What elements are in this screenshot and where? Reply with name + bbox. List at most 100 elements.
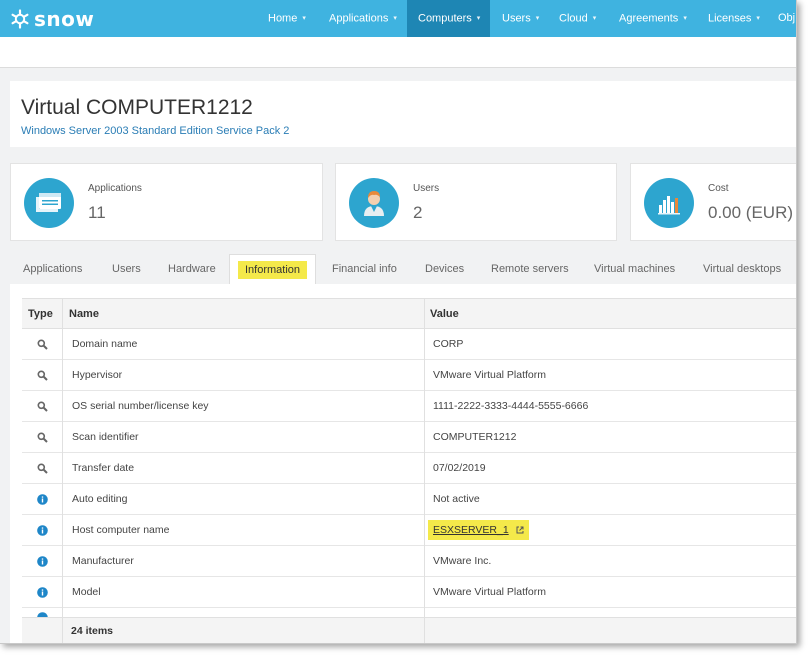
snow-logo[interactable]: snow	[10, 7, 94, 31]
table-row[interactable]: Auto editing Not active	[22, 484, 796, 515]
nav-objects[interactable]: Obj	[768, 0, 796, 37]
search-icon	[37, 339, 48, 350]
row-name: Manufacturer	[72, 555, 134, 567]
top-navigation: snow Home ▾ Applications ▾ Computers ▾ User…	[0, 0, 796, 37]
application-window-icon	[24, 178, 74, 228]
nav-agreements[interactable]: Agreements ▾	[609, 0, 697, 37]
tab-financial-info[interactable]: Financial info	[332, 254, 397, 284]
nav-agreements-label: Agreements	[619, 12, 679, 25]
nav-applications[interactable]: Applications ▾	[319, 0, 407, 37]
tab-applications[interactable]: Applications	[23, 254, 82, 284]
table-row[interactable]: Hypervisor VMware Virtual Platform	[22, 360, 796, 391]
table-row[interactable]: Domain name CORP	[22, 329, 796, 360]
host-link-highlight: ESXSERVER_1	[428, 520, 529, 540]
grid-header: Type Name Value	[22, 298, 796, 329]
page-title: Virtual COMPUTER1212	[21, 96, 253, 119]
row-value: 07/02/2019	[433, 462, 486, 474]
nav-licenses-label: Licenses	[708, 12, 752, 25]
snowflake-icon	[11, 9, 29, 29]
table-row[interactable]: Scan identifier COMPUTER1212	[22, 422, 796, 453]
column-type[interactable]: Type	[28, 299, 53, 329]
chevron-down-icon: ▾	[592, 15, 597, 22]
chevron-down-icon: ▾	[302, 15, 306, 22]
nav-applications-label: Applications	[329, 12, 389, 25]
grid-footer: 24 items	[22, 617, 796, 643]
column-value[interactable]: Value	[430, 299, 459, 329]
search-icon	[37, 401, 48, 412]
column-divider	[62, 298, 63, 643]
nav-home-label: Home	[268, 12, 298, 25]
row-value: COMPUTER1212	[433, 431, 517, 443]
info-icon	[37, 556, 48, 567]
users-card-label: Users	[413, 183, 440, 194]
applications-card[interactable]: Applications 11	[10, 163, 323, 241]
host-computer-link[interactable]: ESXSERVER_1	[433, 524, 509, 536]
nav-licenses[interactable]: Licenses ▾	[698, 0, 770, 37]
table-row[interactable]: OS serial number/license key 1111-2222-3…	[22, 391, 796, 422]
users-card[interactable]: Users 2	[335, 163, 617, 241]
nav-home[interactable]: Home ▾	[258, 0, 316, 37]
row-name: Scan identifier	[72, 431, 139, 443]
item-count: 24 items	[71, 625, 114, 637]
tab-devices[interactable]: Devices	[425, 254, 464, 284]
app-window: snow Home ▾ Applications ▾ Computers ▾ User…	[0, 0, 797, 644]
computer-header: Virtual COMPUTER1212 Windows Server 2003…	[10, 81, 796, 147]
row-name: Domain name	[72, 338, 138, 350]
row-name: Model	[72, 586, 101, 598]
chevron-down-icon: ▾	[683, 15, 687, 22]
tab-hardware[interactable]: Hardware	[168, 254, 216, 284]
tab-virtual-desktops[interactable]: Virtual desktops	[703, 254, 781, 284]
info-icon	[37, 494, 48, 505]
row-value: ESXSERVER_1	[428, 515, 529, 545]
user-icon	[349, 178, 399, 228]
users-card-value: 2	[413, 203, 423, 222]
row-value: VMware Inc.	[433, 555, 492, 567]
nav-users-label: Users	[502, 12, 531, 25]
external-link-icon[interactable]	[516, 526, 524, 534]
search-icon	[37, 370, 48, 381]
row-value: VMware Virtual Platform	[433, 586, 547, 598]
tab-information-label: Information	[237, 261, 308, 279]
table-row[interactable]: Manufacturer VMware Inc.	[22, 546, 796, 577]
info-icon	[37, 525, 48, 536]
chevron-down-icon: ▾	[393, 15, 397, 22]
row-name: Hypervisor	[72, 369, 123, 381]
nav-objects-label: Obj	[778, 12, 796, 24]
search-icon	[37, 463, 48, 474]
row-value: CORP	[433, 338, 464, 350]
sub-toolbar	[0, 37, 796, 68]
os-subtitle-link[interactable]: Windows Server 2003 Standard Edition Ser…	[21, 125, 289, 137]
nav-users[interactable]: Users ▾	[492, 0, 549, 37]
applications-card-label: Applications	[88, 183, 142, 194]
information-panel: Type Name Value Domain name CORP Hypervi…	[10, 284, 796, 643]
cost-card-value: 0.00 (EUR)	[708, 203, 794, 222]
search-icon	[37, 432, 48, 443]
row-name: Host computer name	[72, 524, 170, 536]
applications-card-value: 11	[88, 203, 106, 222]
row-name: Transfer date	[72, 462, 135, 474]
info-icon	[37, 587, 48, 598]
nav-cloud-label: Cloud	[559, 12, 588, 25]
tab-remote-servers[interactable]: Remote servers	[491, 254, 569, 284]
chevron-down-icon: ▾	[476, 15, 481, 22]
row-value: 1111-2222-3333-4444-5555-6666	[433, 400, 589, 412]
table-row[interactable]: Transfer date 07/02/2019	[22, 453, 796, 484]
tab-information[interactable]: Information	[229, 254, 316, 284]
nav-computers-label: Computers	[418, 12, 472, 25]
tab-virtual-machines[interactable]: Virtual machines	[594, 254, 675, 284]
brand-name: snow	[34, 7, 95, 31]
table-row[interactable]: Model VMware Virtual Platform	[22, 577, 796, 608]
column-divider	[424, 298, 425, 643]
chevron-down-icon: ▾	[756, 15, 760, 22]
tab-users[interactable]: Users	[112, 254, 141, 284]
row-name: Auto editing	[72, 493, 128, 505]
bar-chart-icon	[644, 178, 694, 228]
nav-computers[interactable]: Computers ▾	[407, 0, 490, 37]
column-name[interactable]: Name	[69, 299, 99, 329]
nav-cloud[interactable]: Cloud ▾	[549, 0, 606, 37]
detail-tabs: Applications Users Hardware Information …	[10, 254, 796, 284]
cost-card[interactable]: Cost 0.00 (EUR)	[630, 163, 796, 241]
table-row[interactable]: Host computer name ESXSERVER_1	[22, 515, 796, 546]
row-value: VMware Virtual Platform	[433, 369, 547, 381]
row-value: Not active	[433, 493, 480, 505]
